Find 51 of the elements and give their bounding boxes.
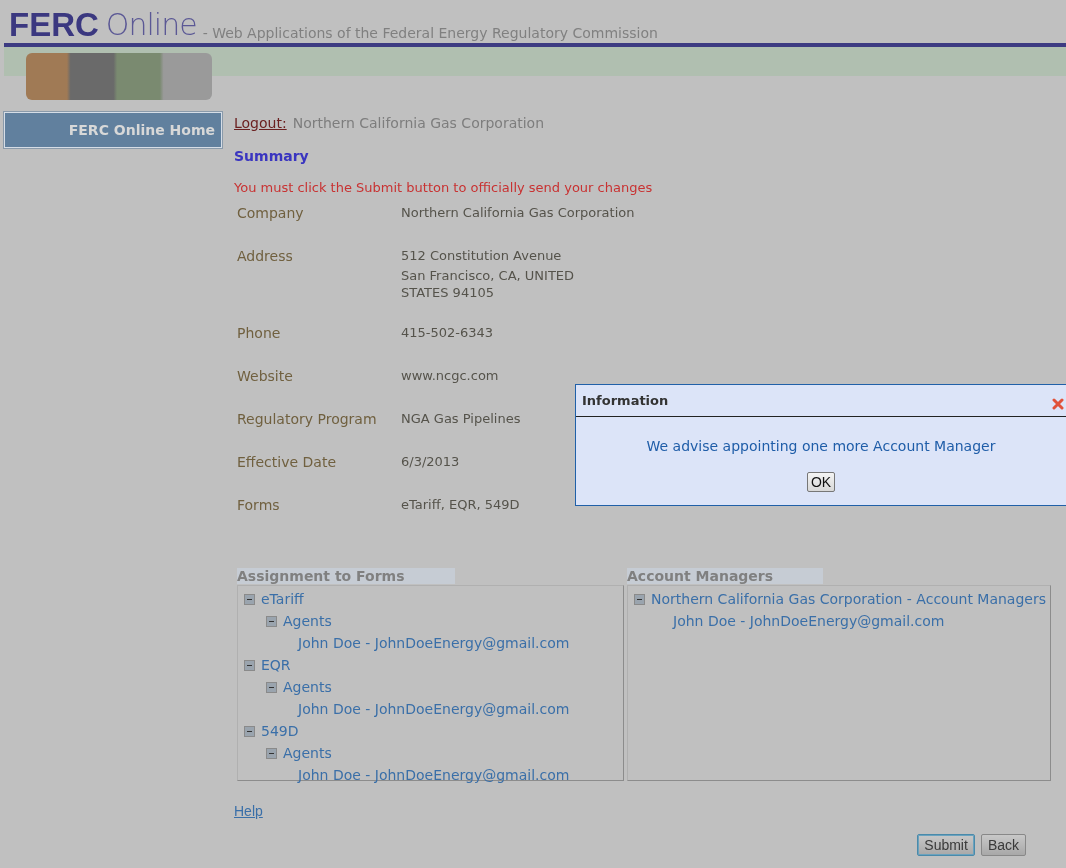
collapse-icon[interactable] bbox=[266, 681, 277, 693]
help-link[interactable]: Help bbox=[234, 803, 263, 819]
section-title: Summary bbox=[234, 148, 310, 164]
sidebar-item[interactable]: FERC Online Home bbox=[4, 112, 222, 148]
tree-item[interactable]: John Doe - JohnDoeEnergy@gmail.com bbox=[673, 613, 945, 629]
tree-item[interactable]: Agents bbox=[283, 745, 332, 761]
collapse-icon[interactable] bbox=[244, 593, 255, 605]
tree-item[interactable]: 549D bbox=[261, 723, 299, 739]
field-value: San Francisco, CA, UNITED bbox=[401, 267, 576, 284]
notice-text: You must click the Submit button to officially send your changes bbox=[234, 180, 654, 195]
tree-item[interactable]: John Doe - JohnDoeEnergy@gmail.com bbox=[298, 701, 570, 717]
dialog-message: We advise appointing one more Account Manager bbox=[646, 438, 996, 454]
back-button[interactable]: Back bbox=[980, 834, 1026, 856]
field-label: Address bbox=[237, 247, 294, 266]
field-value: NGA Gas Pipelines bbox=[401, 410, 522, 428]
field-label: Forms bbox=[237, 496, 281, 515]
tree-item[interactable]: Agents bbox=[283, 613, 332, 629]
tree-item[interactable]: John Doe - JohnDoeEnergy@gmail.com bbox=[298, 635, 570, 651]
field-value: 512 Constitution Avenue bbox=[401, 247, 563, 265]
field-label: Website bbox=[237, 367, 294, 386]
field-label: Company bbox=[237, 204, 305, 223]
field-value: 6/3/2013 bbox=[401, 453, 461, 471]
field-label: Regulatory Program bbox=[237, 410, 378, 429]
panel-heading: Assignment to Forms bbox=[237, 568, 455, 584]
collapse-icon[interactable] bbox=[634, 593, 645, 605]
tree-item[interactable]: Agents bbox=[283, 679, 332, 695]
dialog-title: Information bbox=[582, 393, 669, 408]
field-label: Effective Date bbox=[237, 453, 337, 472]
tagline: - Web Applications of the Federal Energy Regulatory Commission bbox=[202, 24, 658, 42]
tree-item[interactable]: John Doe - JohnDoeEnergy@gmail.com bbox=[298, 767, 570, 783]
close-icon[interactable] bbox=[1052, 397, 1064, 410]
collapse-icon[interactable] bbox=[244, 725, 255, 737]
field-value: Northern California Gas Corporation bbox=[401, 204, 636, 222]
panel-heading: Account Managers bbox=[627, 568, 824, 584]
ok-button[interactable]: OK bbox=[806, 472, 836, 492]
tree-item[interactable]: Northern California Gas Corporation - Account Managers bbox=[651, 591, 1046, 607]
collapse-icon[interactable] bbox=[266, 747, 277, 759]
tree-item[interactable]: eTariff bbox=[261, 591, 304, 607]
field-value: www.ncgc.com bbox=[401, 367, 500, 385]
account-name: Northern California Gas Corporation bbox=[292, 115, 545, 131]
logo-text: FERC bbox=[9, 8, 99, 42]
field-value: 415-502-6343 bbox=[401, 324, 495, 342]
field-value: STATES 94105 bbox=[401, 284, 495, 301]
field-value: eTariff, EQR, 549D bbox=[401, 496, 521, 514]
collapse-icon[interactable] bbox=[244, 659, 255, 671]
field-label: Phone bbox=[237, 324, 282, 343]
submit-button[interactable]: Submit bbox=[917, 834, 975, 856]
logout-link[interactable]: Logout: bbox=[234, 115, 287, 131]
collapse-icon[interactable] bbox=[266, 615, 277, 627]
tree-item[interactable]: EQR bbox=[261, 657, 291, 673]
logo-text: Online bbox=[105, 8, 197, 42]
